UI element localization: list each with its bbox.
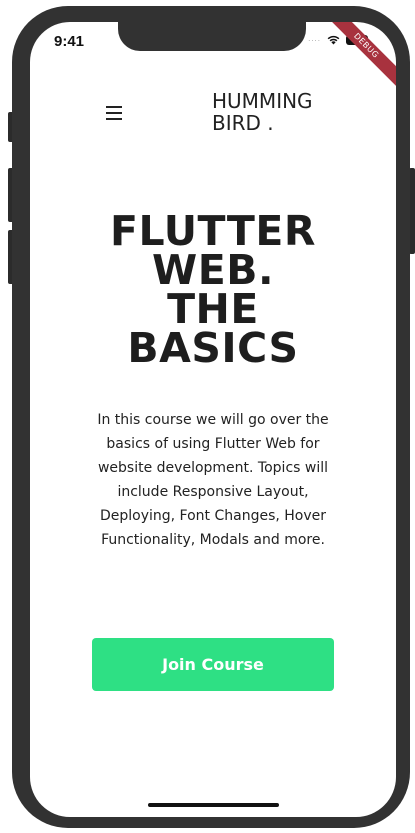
- hamburger-menu-icon[interactable]: [106, 106, 122, 120]
- signal-icon: ....: [308, 35, 321, 43]
- hero-headline: FLUTTER WEB. THE BASICS: [30, 211, 396, 372]
- wifi-icon: [327, 35, 340, 45]
- hero-description: In this course we will go over the basic…: [97, 412, 329, 548]
- app-screen: 9:41 .... DEBUG HUMMING BIRD . FLUTTER W…: [30, 22, 396, 817]
- device-notch: [118, 22, 306, 51]
- home-indicator[interactable]: [148, 803, 279, 807]
- device-mockup: 9:41 .... DEBUG HUMMING BIRD . FLUTTER W…: [0, 0, 415, 833]
- status-time: 9:41: [54, 33, 85, 50]
- join-course-button[interactable]: Join Course: [92, 638, 334, 691]
- brand-logo: HUMMING BIRD .: [212, 89, 313, 135]
- headline-line: BASICS: [127, 324, 299, 372]
